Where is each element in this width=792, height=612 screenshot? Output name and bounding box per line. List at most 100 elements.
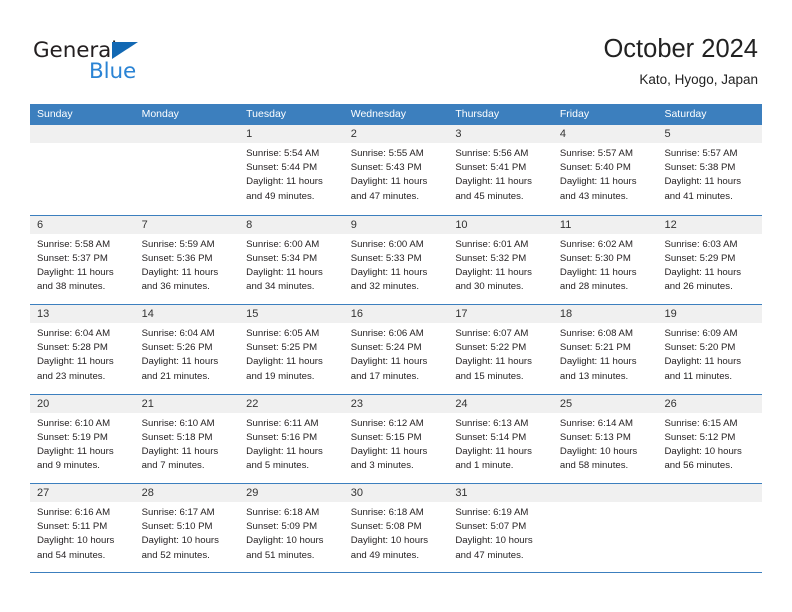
day-detail-line: and 9 minutes. (37, 460, 100, 472)
calendar-page: General Blue October 2024 Kato, Hyogo, J… (0, 0, 792, 612)
day-detail-line: Daylight: 11 hours (37, 266, 114, 278)
weekday-header-sunday: Sunday (37, 108, 73, 120)
day-number: 23 (343, 394, 449, 413)
day-detail-line: Daylight: 11 hours (455, 176, 532, 188)
day-number: 19 (657, 305, 763, 323)
day-cell[interactable]: 23 Sunrise: 6:12 AM Sunset: 5:15 PM Dayligh… (343, 394, 449, 483)
day-details: Sunrise: 6:04 AM Sunset: 5:28 PM Daylight:… (30, 323, 135, 384)
day-number: 11 (552, 215, 658, 234)
day-number: 7 (134, 215, 240, 234)
day-detail-line: Daylight: 10 hours (559, 445, 638, 457)
day-detail-line: Sunrise: 6:04 AM (141, 328, 215, 339)
day-cell[interactable]: 29 Sunrise: 6:18 AM Sunset: 5:09 PM Dayligh… (239, 484, 344, 572)
day-details: Sunrise: 6:17 AM Sunset: 5:10 PM Daylight:… (135, 502, 240, 563)
day-cell[interactable]: 14 Sunrise: 6:04 AM Sunset: 5:26 PM Dayligh… (134, 305, 240, 394)
day-detail-line: and 52 minutes. (141, 549, 210, 561)
day-detail-line: Sunset: 5:32 PM (455, 252, 527, 264)
page-subtitle: Kato, Hyogo, Japan (639, 72, 758, 87)
day-number: 31 (448, 484, 553, 502)
day-detail-line: and 45 minutes. (455, 190, 524, 202)
day-cell[interactable]: 28 Sunrise: 6:17 AM Sunset: 5:10 PM Dayligh… (134, 484, 240, 572)
day-cell[interactable]: 7 Sunrise: 5:59 AM Sunset: 5:36 PM Daylight… (134, 215, 240, 304)
weekday-header-wednesday: Wednesday (350, 108, 406, 120)
day-detail-line: Daylight: 11 hours (455, 356, 532, 368)
day-cell-empty (552, 484, 658, 572)
day-detail-line: Sunrise: 5:57 AM (559, 148, 633, 159)
day-cell[interactable]: 4 Sunrise: 5:57 AM Sunset: 5:40 PM Daylight… (552, 125, 658, 215)
day-detail-line: and 1 minute. (455, 460, 514, 472)
day-detail-line: Sunset: 5:16 PM (246, 431, 318, 443)
day-cell[interactable]: 15 Sunrise: 6:05 AM Sunset: 5:25 PM Dayligh… (239, 305, 344, 394)
day-details: Sunrise: 6:08 AM Sunset: 5:21 PM Daylight:… (553, 323, 658, 384)
week-row: 13 Sunrise: 6:04 AM Sunset: 5:28 PM Dayligh… (30, 304, 763, 394)
day-detail-line: Daylight: 11 hours (141, 445, 219, 457)
day-detail-line: Daylight: 11 hours (664, 266, 742, 278)
day-cell[interactable]: 2 Sunrise: 5:55 AM Sunset: 5:43 PM Daylight… (343, 125, 449, 215)
day-cell[interactable]: 22 Sunrise: 6:11 AM Sunset: 5:16 PM Dayligh… (239, 394, 344, 483)
calendar-weeks: 1 Sunrise: 5:54 AM Sunset: 5:44 PM Daylight… (30, 125, 763, 573)
day-detail-line: Sunrise: 6:06 AM (350, 328, 424, 339)
day-cell[interactable]: 21 Sunrise: 6:10 AM Sunset: 5:18 PM Dayligh… (134, 394, 240, 483)
day-details: Sunrise: 6:18 AM Sunset: 5:09 PM Daylight:… (239, 502, 344, 563)
day-detail-line: Sunset: 5:37 PM (37, 252, 108, 264)
week-row: 1 Sunrise: 5:54 AM Sunset: 5:44 PM Daylight… (30, 125, 763, 215)
day-details: Sunrise: 5:55 AM Sunset: 5:43 PM Daylight:… (344, 143, 449, 204)
day-detail-line: Sunrise: 6:01 AM (455, 238, 529, 250)
day-cell[interactable]: 19 Sunrise: 6:09 AM Sunset: 5:20 PM Dayligh… (657, 305, 763, 394)
day-detail-line: Daylight: 11 hours (246, 266, 323, 278)
day-cell[interactable]: 18 Sunrise: 6:08 AM Sunset: 5:21 PM Dayligh… (552, 305, 658, 394)
day-cell[interactable]: 8 Sunrise: 6:00 AM Sunset: 5:34 PM Daylight… (239, 215, 344, 304)
day-cell[interactable]: 17 Sunrise: 6:07 AM Sunset: 5:22 PM Dayligh… (448, 305, 553, 394)
day-detail-line: Sunset: 5:29 PM (664, 252, 736, 264)
day-details: Sunrise: 6:19 AM Sunset: 5:07 PM Daylight:… (448, 502, 553, 563)
day-detail-line: and 34 minutes. (246, 281, 315, 293)
day-number: 2 (343, 125, 449, 143)
day-detail-line: Sunset: 5:20 PM (664, 342, 736, 354)
day-cell[interactable]: 13 Sunrise: 6:04 AM Sunset: 5:28 PM Dayligh… (30, 305, 135, 394)
calendar-grid: Sunday Monday Tuesday Wednesday Thursday Frid… (30, 104, 763, 573)
day-detail-line: Sunrise: 6:05 AM (246, 328, 320, 339)
day-cell[interactable]: 3 Sunrise: 5:56 AM Sunset: 5:41 PM Daylight… (448, 125, 553, 215)
day-cell[interactable]: 9 Sunrise: 6:00 AM Sunset: 5:33 PM Daylight… (343, 215, 449, 304)
day-detail-line: Sunset: 5:08 PM (350, 521, 422, 533)
day-cell[interactable]: 20 Sunrise: 6:10 AM Sunset: 5:19 PM Dayligh… (30, 394, 135, 483)
day-cell[interactable]: 30 Sunrise: 6:18 AM Sunset: 5:08 PM Dayligh… (343, 484, 449, 572)
day-cell[interactable]: 11 Sunrise: 6:02 AM Sunset: 5:30 PM Dayligh… (552, 215, 658, 304)
day-detail-line: Sunrise: 6:16 AM (37, 507, 111, 518)
day-number: 18 (552, 305, 658, 323)
day-detail-line: Daylight: 11 hours (664, 356, 742, 368)
day-detail-line: Sunset: 5:26 PM (141, 342, 213, 354)
day-detail-line: and 11 minutes. (664, 370, 733, 382)
day-cell[interactable]: 27 Sunrise: 6:16 AM Sunset: 5:11 PM Dayligh… (30, 484, 135, 572)
day-detail-line: Daylight: 11 hours (350, 176, 428, 188)
day-detail-line: Daylight: 11 hours (559, 176, 637, 188)
day-cell-empty (657, 484, 763, 572)
day-cell[interactable]: 6 Sunrise: 5:58 AM Sunset: 5:37 PM Daylight… (30, 215, 135, 304)
day-cell[interactable]: 16 Sunrise: 6:06 AM Sunset: 5:24 PM Dayligh… (343, 305, 449, 394)
day-detail-line: Daylight: 10 hours (455, 535, 533, 547)
day-detail-line: Daylight: 11 hours (664, 176, 742, 188)
day-cell[interactable]: 5 Sunrise: 5:57 AM Sunset: 5:38 PM Daylight… (657, 125, 763, 215)
day-detail-line: Sunset: 5:10 PM (141, 521, 213, 533)
day-details: Sunrise: 6:06 AM Sunset: 5:24 PM Daylight:… (344, 323, 449, 384)
day-details (657, 502, 762, 506)
day-number: 8 (239, 215, 344, 234)
day-details: Sunrise: 5:57 AM Sunset: 5:40 PM Daylight:… (553, 143, 658, 204)
day-cell[interactable]: 25 Sunrise: 6:14 AM Sunset: 5:13 PM Dayligh… (552, 394, 658, 483)
day-cell[interactable]: 1 Sunrise: 5:54 AM Sunset: 5:44 PM Daylight… (239, 125, 344, 215)
day-cell[interactable]: 31 Sunrise: 6:19 AM Sunset: 5:07 PM Dayligh… (448, 484, 553, 572)
day-detail-line: Daylight: 10 hours (37, 535, 115, 547)
day-cell[interactable]: 26 Sunrise: 6:15 AM Sunset: 5:12 PM Dayligh… (657, 394, 763, 483)
day-detail-line: Sunset: 5:33 PM (350, 252, 422, 264)
day-detail-line: Sunset: 5:11 PM (37, 521, 108, 533)
day-detail-line: Sunset: 5:36 PM (141, 252, 213, 264)
day-number: 10 (448, 215, 553, 234)
day-cell[interactable]: 10 Sunrise: 6:01 AM Sunset: 5:32 PM Dayligh… (448, 215, 553, 304)
day-detail-line: Sunset: 5:19 PM (37, 431, 108, 443)
day-detail-line: Sunrise: 5:58 AM (37, 238, 111, 250)
day-detail-line: Sunrise: 6:04 AM (37, 328, 111, 339)
day-detail-line: and 36 minutes. (141, 281, 210, 293)
day-detail-line: Sunset: 5:07 PM (455, 521, 527, 533)
day-cell[interactable]: 12 Sunrise: 6:03 AM Sunset: 5:29 PM Dayligh… (657, 215, 763, 304)
day-cell[interactable]: 24 Sunrise: 6:13 AM Sunset: 5:14 PM Dayligh… (448, 394, 553, 483)
